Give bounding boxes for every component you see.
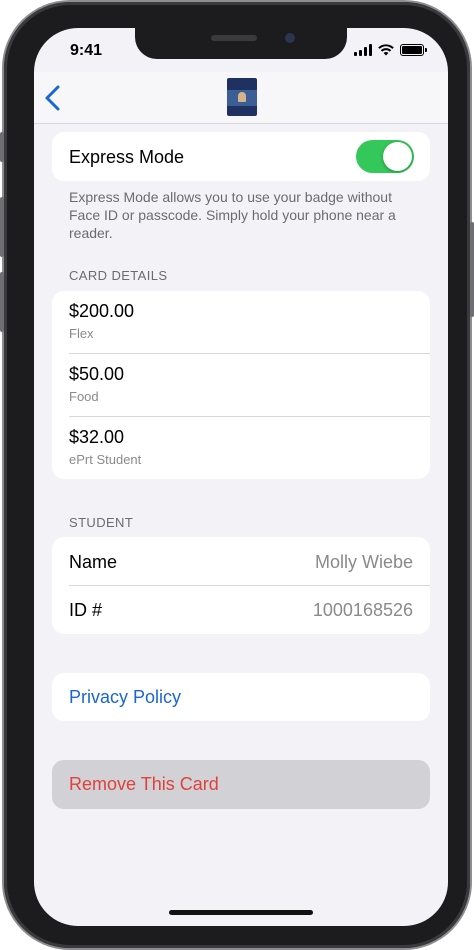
- side-button: [470, 222, 474, 317]
- remove-card-button[interactable]: Remove This Card: [52, 760, 430, 809]
- card-thumbnail: [227, 78, 257, 116]
- status-time: 9:41: [70, 42, 103, 59]
- separator: [69, 353, 430, 354]
- name-label: Name: [69, 552, 118, 572]
- student-group: Name Molly Wiebe ID # 1000168526: [52, 537, 430, 634]
- express-mode-label: Express Mode: [69, 147, 185, 167]
- card-details-group: $200.00 Flex $50.00 Food $32.00 ePrt Stu…: [52, 291, 430, 479]
- balance-name: Food: [69, 389, 99, 404]
- balance-name: ePrt Student: [69, 452, 142, 467]
- volume-down-button: [0, 272, 4, 332]
- separator: [69, 585, 430, 586]
- privacy-policy-group: Privacy Policy: [52, 673, 430, 721]
- navigation-bar: [34, 72, 448, 124]
- privacy-policy-link[interactable]: Privacy Policy: [69, 687, 181, 708]
- back-chevron-icon[interactable]: [42, 84, 66, 112]
- card-details-header: CARD DETAILS: [69, 268, 168, 283]
- notch: [135, 28, 347, 59]
- student-header: STUDENT: [69, 515, 134, 530]
- cellular-signal-icon: [354, 44, 372, 56]
- express-mode-group: Express Mode: [52, 132, 430, 181]
- id-label: ID #: [69, 600, 103, 620]
- volume-up-button: [0, 197, 4, 257]
- home-indicator[interactable]: [169, 910, 313, 915]
- balance-amount: $50.00: [69, 364, 125, 384]
- screen: 9:41 Express Mode Express Mode allows yo…: [34, 28, 448, 926]
- remove-card-label: Remove This Card: [69, 774, 219, 794]
- front-camera: [285, 33, 295, 43]
- balance-amount: $200.00: [69, 301, 135, 321]
- mute-switch: [0, 132, 4, 162]
- speaker: [211, 35, 257, 41]
- phone-frame: 9:41 Express Mode Express Mode allows yo…: [0, 2, 474, 948]
- separator: [69, 416, 430, 417]
- balance-name: Flex: [69, 326, 94, 341]
- wifi-icon: [378, 44, 394, 56]
- id-value: 1000168526: [312, 600, 413, 620]
- express-mode-toggle[interactable]: [356, 140, 414, 173]
- express-mode-footnote: Express Mode allows you to use your badg…: [69, 189, 396, 241]
- toggle-knob: [383, 142, 412, 171]
- balance-amount: $32.00: [69, 427, 125, 447]
- status-icons: [354, 44, 427, 56]
- name-value: Molly Wiebe: [314, 552, 413, 572]
- battery-icon: [400, 44, 427, 56]
